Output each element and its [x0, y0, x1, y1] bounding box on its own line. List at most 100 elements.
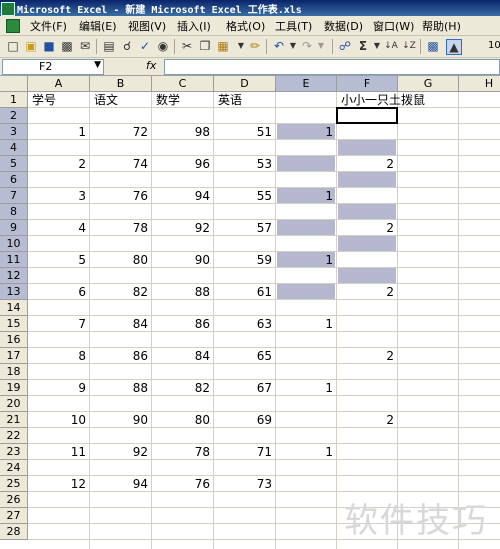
cell-a9[interactable]: 4	[28, 220, 90, 236]
menu-help[interactable]: 帮助(H)	[422, 18, 461, 34]
chart-wizard-icon[interactable]: ▩	[426, 39, 440, 53]
row-header-26[interactable]: 26	[0, 492, 28, 508]
cell-b21[interactable]: 90	[90, 412, 152, 428]
formula-input[interactable]	[164, 59, 500, 75]
row-header-17[interactable]: 17	[0, 348, 28, 364]
redo-dropdown-icon[interactable]: ▼	[314, 39, 328, 53]
menu-edit[interactable]: 编辑(E)	[79, 18, 117, 34]
row-header-4[interactable]: 4	[0, 140, 28, 156]
row-header-27[interactable]: 27	[0, 508, 28, 524]
cell-b25[interactable]: 94	[90, 476, 152, 492]
autosum-icon[interactable]: Σ	[356, 39, 370, 53]
row-header-16[interactable]: 16	[0, 332, 28, 348]
cell-d3[interactable]: 51	[214, 124, 276, 140]
chevron-down-icon[interactable]: ▼	[94, 60, 101, 70]
cell-e19[interactable]: 1	[276, 380, 337, 396]
menu-window[interactable]: 窗口(W)	[373, 18, 414, 34]
menu-data[interactable]: 数据(D)	[324, 18, 363, 34]
cell-f9[interactable]: 2	[337, 220, 398, 236]
permission-icon[interactable]: ▩	[60, 39, 74, 53]
row-header-6[interactable]: 6	[0, 172, 28, 188]
cell-c1[interactable]: 数学	[152, 92, 214, 108]
cell-b19[interactable]: 88	[90, 380, 152, 396]
menu-file[interactable]: 文件(F)	[30, 18, 67, 34]
cell-b9[interactable]: 78	[90, 220, 152, 236]
cell-c23[interactable]: 78	[152, 444, 214, 460]
cell-e15[interactable]: 1	[276, 316, 337, 332]
cell-d13[interactable]: 61	[214, 284, 276, 300]
row-header-21[interactable]: 21	[0, 412, 28, 428]
sort-descending-icon[interactable]: ↓Z	[402, 39, 416, 53]
cell-c9[interactable]: 92	[152, 220, 214, 236]
row-header-15[interactable]: 15	[0, 316, 28, 332]
cell-a15[interactable]: 7	[28, 316, 90, 332]
undo-icon[interactable]: ↶	[272, 39, 286, 53]
cell-a13[interactable]: 6	[28, 284, 90, 300]
open-icon[interactable]: ▣	[24, 39, 38, 53]
cell-d25[interactable]: 73	[214, 476, 276, 492]
menu-tools[interactable]: 工具(T)	[275, 18, 312, 34]
cell-c19[interactable]: 82	[152, 380, 214, 396]
hyperlink-icon[interactable]: ☍	[338, 39, 352, 53]
workbook-icon[interactable]	[6, 19, 20, 33]
row-header-12[interactable]: 12	[0, 268, 28, 284]
cell-b13[interactable]: 82	[90, 284, 152, 300]
cell-c17[interactable]: 84	[152, 348, 214, 364]
cell-a11[interactable]: 5	[28, 252, 90, 268]
cell-f17[interactable]: 2	[337, 348, 398, 364]
row-header-8[interactable]: 8	[0, 204, 28, 220]
row-header-9[interactable]: 9	[0, 220, 28, 236]
cell-b15[interactable]: 84	[90, 316, 152, 332]
cell-d11[interactable]: 59	[214, 252, 276, 268]
cell-f13[interactable]: 2	[337, 284, 398, 300]
cell-d15[interactable]: 63	[214, 316, 276, 332]
cell-c11[interactable]: 90	[152, 252, 214, 268]
email-icon[interactable]: ✉	[78, 39, 92, 53]
cell-a25[interactable]: 12	[28, 476, 90, 492]
cell-d5[interactable]: 53	[214, 156, 276, 172]
cell-c25[interactable]: 76	[152, 476, 214, 492]
name-box[interactable]: F2 ▼	[2, 59, 104, 75]
cell-b11[interactable]: 80	[90, 252, 152, 268]
column-header-d[interactable]: D	[214, 76, 276, 92]
row-header-1[interactable]: 1	[0, 92, 28, 108]
cell-f5[interactable]: 2	[337, 156, 398, 172]
cell-f1[interactable]: 小小一只土拨鼠	[337, 92, 477, 108]
row-header-23[interactable]: 23	[0, 444, 28, 460]
excel-app-icon[interactable]	[1, 2, 15, 16]
row-header-22[interactable]: 22	[0, 428, 28, 444]
cell-d17[interactable]: 65	[214, 348, 276, 364]
cell-d21[interactable]: 69	[214, 412, 276, 428]
cell-e23[interactable]: 1	[276, 444, 337, 460]
column-header-e[interactable]: E	[276, 76, 337, 92]
cell-a3[interactable]: 1	[28, 124, 90, 140]
print-icon[interactable]: ▤	[102, 39, 116, 53]
row-header-19[interactable]: 19	[0, 380, 28, 396]
row-header-13[interactable]: 13	[0, 284, 28, 300]
cut-icon[interactable]: ✂	[180, 39, 194, 53]
row-header-18[interactable]: 18	[0, 364, 28, 380]
cell-d9[interactable]: 57	[214, 220, 276, 236]
cell-c7[interactable]: 94	[152, 188, 214, 204]
menu-format[interactable]: 格式(O)	[226, 18, 265, 34]
column-header-b[interactable]: B	[90, 76, 152, 92]
autosum-dropdown-icon[interactable]: ▼	[370, 39, 384, 53]
cell-d19[interactable]: 67	[214, 380, 276, 396]
cell-c3[interactable]: 98	[152, 124, 214, 140]
cell-d7[interactable]: 55	[214, 188, 276, 204]
cell-e11[interactable]: 1	[276, 252, 337, 268]
row-header-28[interactable]: 28	[0, 524, 28, 540]
print-preview-icon[interactable]: ☌	[120, 39, 134, 53]
cell-a21[interactable]: 10	[28, 412, 90, 428]
column-header-f[interactable]: F	[337, 76, 398, 92]
spelling-icon[interactable]: ✓	[138, 39, 152, 53]
column-header-g[interactable]: G	[398, 76, 459, 92]
cell-c15[interactable]: 86	[152, 316, 214, 332]
row-header-3[interactable]: 3	[0, 124, 28, 140]
cell-c5[interactable]: 96	[152, 156, 214, 172]
column-header-a[interactable]: A	[28, 76, 90, 92]
cell-a17[interactable]: 8	[28, 348, 90, 364]
zoom-box[interactable]: 10	[488, 40, 500, 51]
row-header-24[interactable]: 24	[0, 460, 28, 476]
row-header-5[interactable]: 5	[0, 156, 28, 172]
